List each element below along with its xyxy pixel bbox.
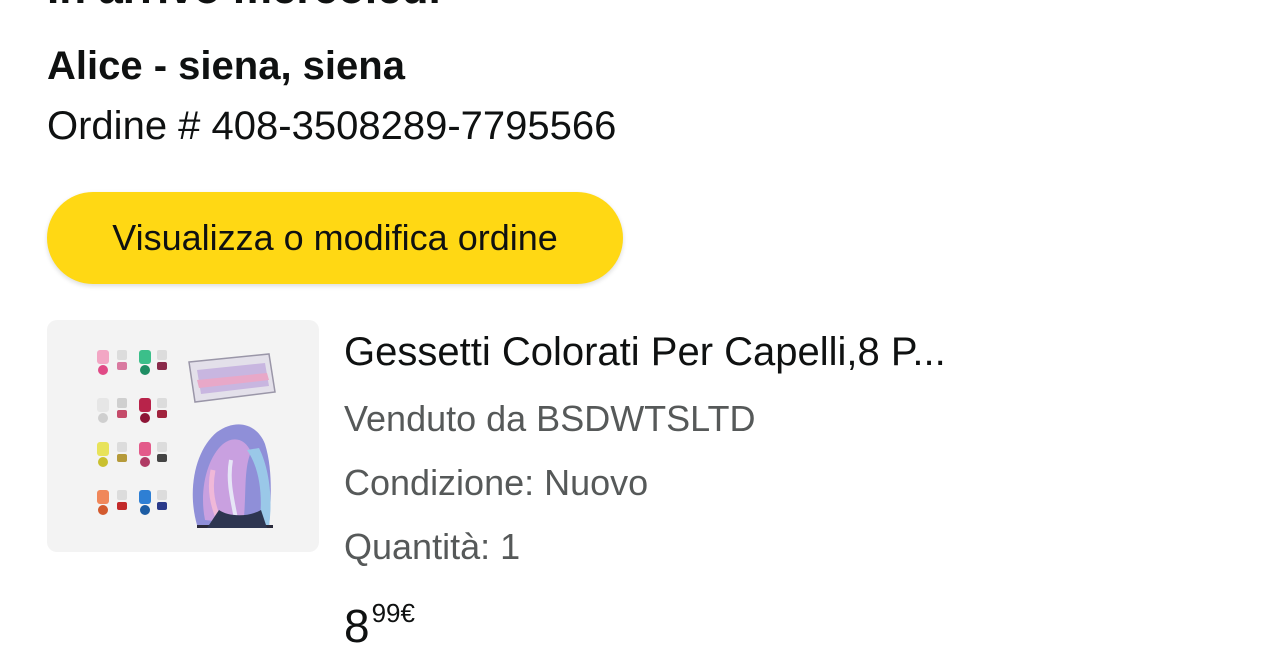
view-or-edit-order-button[interactable]: Visualizza o modifica ordine — [47, 192, 623, 284]
colored-hair-model — [192, 424, 273, 528]
recipient-name: Alice - siena, siena — [47, 44, 405, 88]
price-whole: 8 — [344, 600, 370, 652]
packaging-box — [188, 353, 276, 403]
delivery-status-heading: In arrivo mercoledì — [47, 0, 441, 14]
product-image[interactable] — [47, 320, 319, 552]
chalk-combs — [97, 350, 167, 515]
product-quantity: Quantità: 1 — [344, 526, 521, 567]
order-details-page: In arrivo mercoledì Alice - siena, siena… — [0, 0, 1280, 672]
seller-info: Venduto da BSDWTSLTD — [344, 398, 756, 439]
product-price: 8 99€ — [344, 598, 415, 654]
order-number: Ordine # 408-3508289-7795566 — [47, 104, 617, 148]
hair-chalk-product-picture — [97, 350, 276, 528]
price-fraction: 99€ — [371, 598, 415, 628]
view-or-edit-order-label: Visualizza o modifica ordine — [112, 217, 558, 258]
product-title[interactable]: Gessetti Colorati Per Capelli,8 P... — [344, 326, 946, 378]
product-condition: Condizione: Nuovo — [344, 462, 649, 503]
